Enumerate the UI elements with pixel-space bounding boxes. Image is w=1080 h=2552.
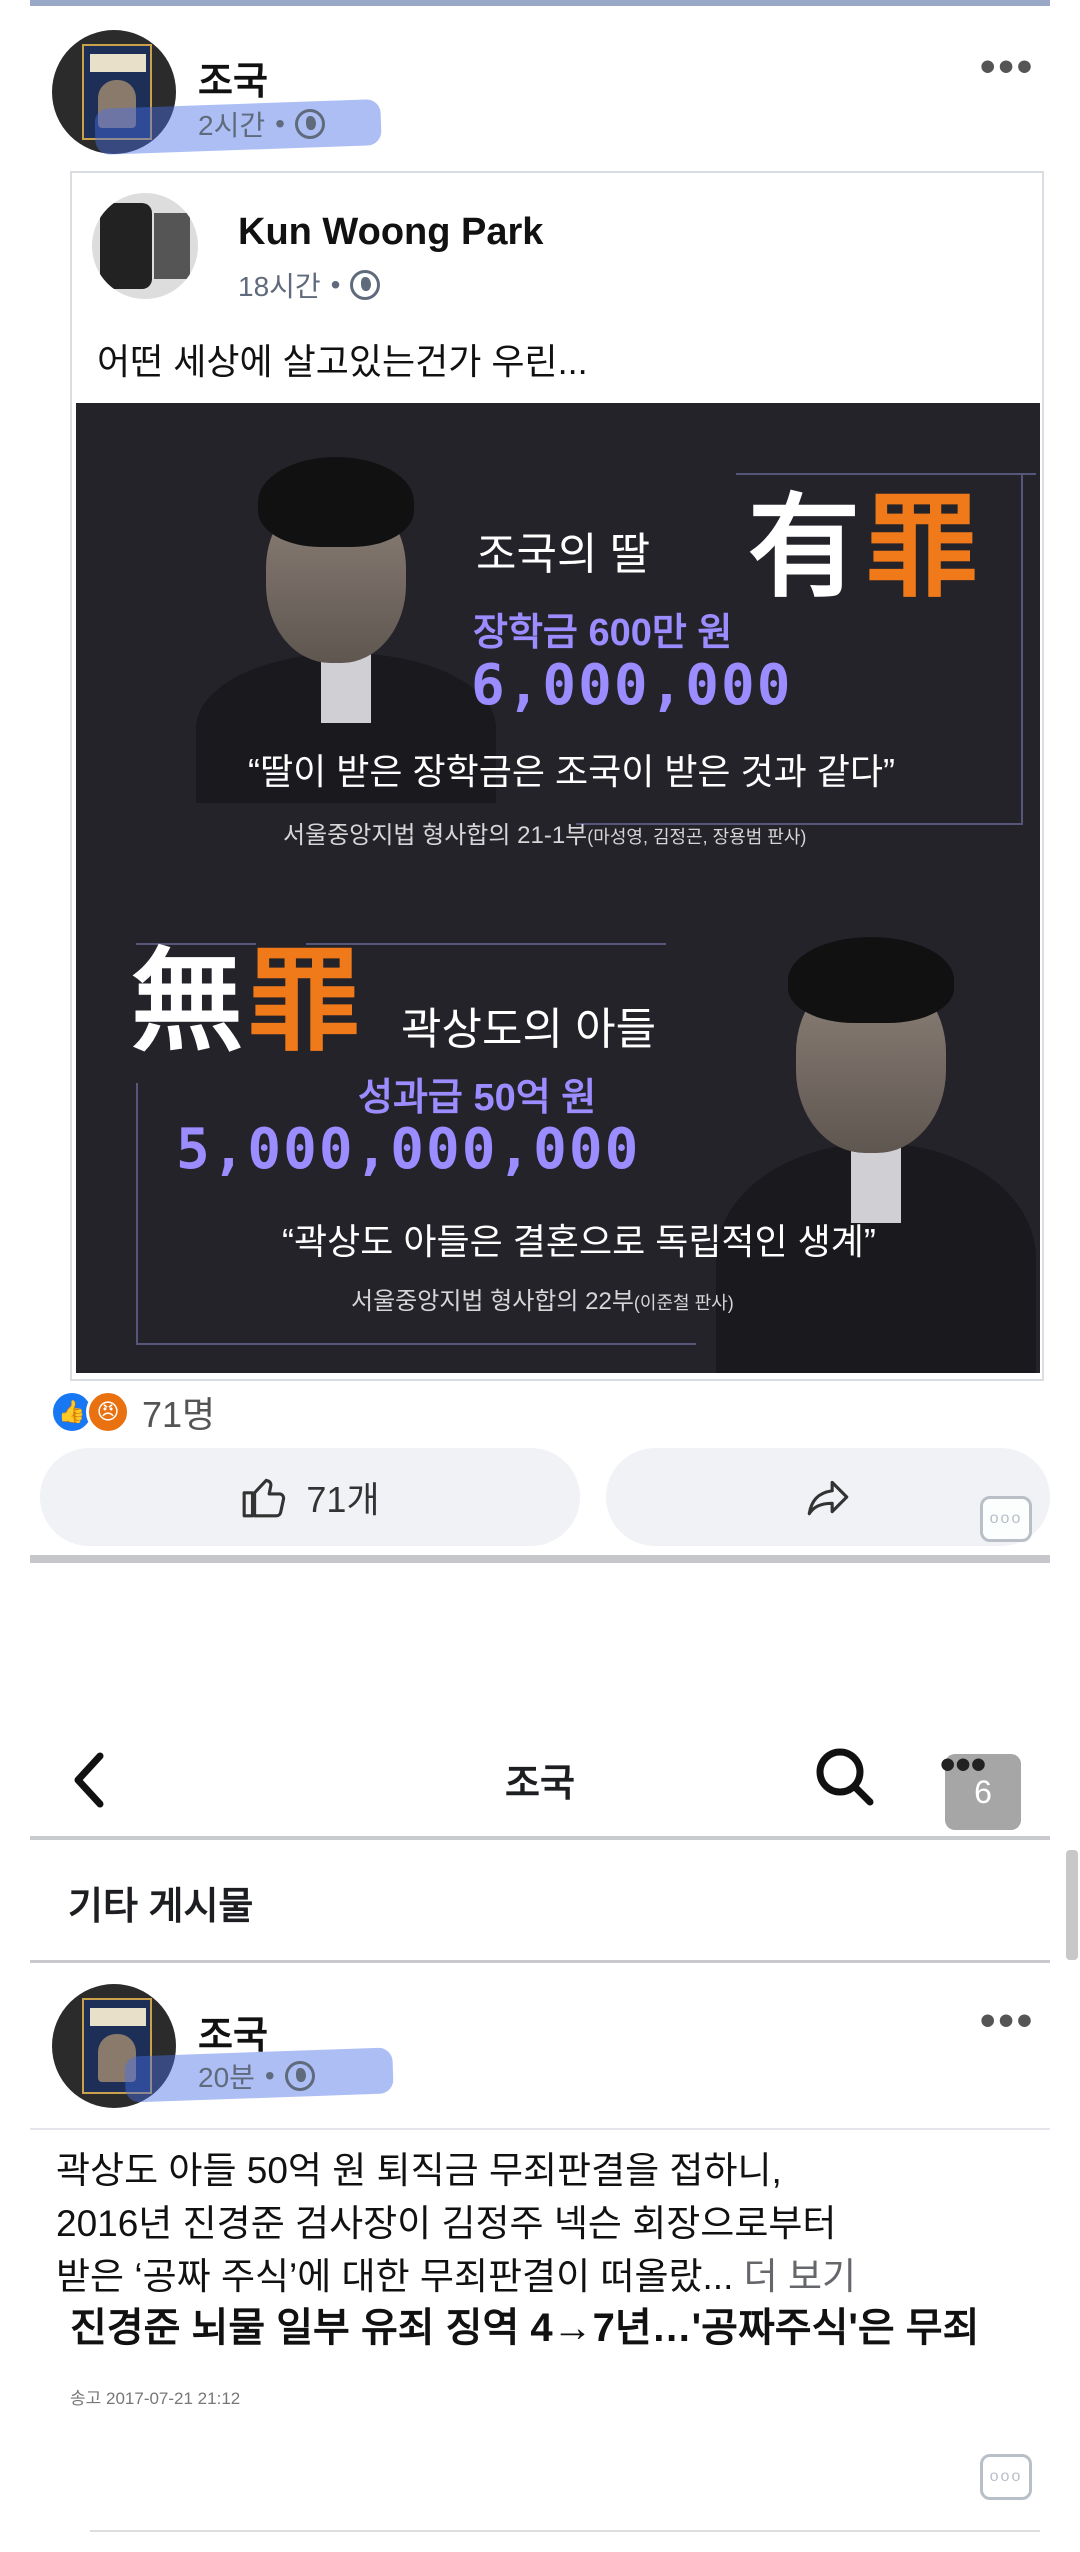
article-preview[interactable]: 진경준 뇌물 일부 유죄 징역 4→7년…'공짜주식'은 무죄 송고 2017-… <box>70 2300 1030 2409</box>
search-icon[interactable] <box>812 1744 876 1808</box>
item-bottom: 성과급 50억 원 <box>358 1077 597 1119</box>
post-meta: 2시간 • <box>198 104 325 144</box>
post-text-line: 받은 ‘공짜 주식’에 대한 무죄판결이 떠올랐... <box>56 2256 744 2297</box>
comment-bubble-icon[interactable]: ooo <box>980 2454 1032 2500</box>
nav-divider <box>30 1836 1050 1840</box>
meta-separator: • <box>275 108 285 139</box>
share-arrow-icon <box>807 1480 849 1516</box>
hanja-innocent-2: 罪 <box>248 936 360 1067</box>
hanja-guilty-2: 罪 <box>866 482 978 613</box>
shared-post-text: 어떤 세상에 살고있는건가 우린... <box>97 341 588 382</box>
shared-time[interactable]: 18시간 <box>238 265 321 305</box>
quote-top: “딸이 받은 장학금은 조국이 받은 것과 같다” <box>248 751 896 792</box>
page-title: 조국 <box>505 1763 575 1805</box>
person-photo-bottom <box>716 903 1036 1373</box>
globe-icon <box>294 109 325 139</box>
more-dots-icon[interactable]: ••• <box>980 1996 1035 2046</box>
court-name: 서울중앙지법 형사합의 22부 <box>351 1288 634 1315</box>
section-divider <box>30 1960 1050 1963</box>
post-meta: 20분 • <box>198 2056 315 2096</box>
post-time[interactable]: 20분 <box>198 2056 255 2096</box>
subject-top: 조국의 딸 <box>476 530 651 579</box>
see-more-link[interactable]: 더 보기 <box>744 2256 856 2297</box>
angry-reaction-icon: 😠 <box>86 1390 130 1434</box>
post-divider <box>30 1555 1050 1563</box>
meta-separator: • <box>330 269 341 300</box>
section-title: 기타 게시물 <box>68 1886 254 1928</box>
article-date: 송고 2017-07-21 21:12 <box>70 2389 241 2408</box>
post-text-line: 2016년 진경준 검사장이 김정주 넥슨 회장으로부터 <box>56 2203 837 2244</box>
quote-bottom: “곽상도 아들은 결혼으로 독립적인 생계” <box>282 1221 876 1262</box>
reaction-summary[interactable]: 👍 😠 71명 <box>50 1386 215 1438</box>
action-row: 71개 <box>40 1448 1050 1546</box>
court-judges: (이준철 판사) <box>633 1293 734 1313</box>
post-card-1: 조국 2시간 • ••• Kun Woong Park 18시간 • 어떤 세상… <box>30 6 1050 1561</box>
scrollbar[interactable] <box>1066 1850 1078 1960</box>
article-divider <box>90 2530 1040 2532</box>
top-navigation: 조국 6 ••• <box>30 1730 1050 1830</box>
thumbs-up-icon <box>243 1478 286 1518</box>
post-author[interactable]: 조국 <box>198 2004 268 2059</box>
comment-bubble-icon[interactable]: ooo <box>980 1496 1032 1542</box>
post-header-divider <box>30 2128 1050 2130</box>
globe-icon <box>350 270 381 300</box>
reaction-count: 71명 <box>142 1394 216 1435</box>
post-text-line: 곽상도 아들 50억 원 퇴직금 무죄판결을 접하니, <box>56 2150 782 2191</box>
globe-icon <box>284 2061 315 2091</box>
more-dots-icon[interactable]: ••• <box>940 1740 986 1790</box>
like-count: 71개 <box>306 1479 380 1520</box>
infographic-image[interactable]: 有 罪 조국의 딸 장학금 600만 원 6,000,000 “딸이 받은 장학… <box>76 403 1040 1373</box>
court-judges: (마성영, 김정곤, 장용범 판사) <box>587 827 807 847</box>
shared-meta: 18시간 • <box>238 265 381 305</box>
meta-separator: • <box>264 2060 275 2091</box>
amount-bottom: 5,000,000,000 <box>176 1117 641 1182</box>
shared-avatar[interactable] <box>92 193 198 299</box>
shared-author[interactable]: Kun Woong Park <box>238 211 543 254</box>
item-top: 장학금 600만 원 <box>473 612 733 654</box>
subject-bottom: 곽상도의 아들 <box>401 1005 657 1054</box>
post-text-line-last: 받은 ‘공짜 주식’에 대한 무죄판결이 떠올랐... 더 보기 <box>56 2246 856 2300</box>
article-title: 진경준 뇌물 일부 유죄 징역 4→7년…'공짜주식'은 무죄 <box>70 2306 980 2350</box>
avatar-image-part <box>154 213 190 279</box>
like-button[interactable]: 71개 <box>40 1448 580 1546</box>
more-dots-icon[interactable]: ••• <box>980 42 1035 92</box>
shared-post[interactable]: Kun Woong Park 18시간 • 어떤 세상에 살고있는건가 우린..… <box>70 171 1044 1381</box>
amount-top: 6,000,000 <box>471 653 793 718</box>
avatar-image <box>100 203 152 289</box>
hanja-innocent-1: 無 <box>131 936 243 1067</box>
court-top: 서울중앙지법 형사합의 21-1부(마성영, 김정곤, 장용범 판사) <box>283 815 806 850</box>
court-name: 서울중앙지법 형사합의 21-1부 <box>283 822 588 849</box>
post-author[interactable]: 조국 <box>198 50 268 105</box>
hanja-guilty-1: 有 <box>748 482 860 613</box>
court-bottom: 서울중앙지법 형사합의 22부(이준철 판사) <box>351 1281 734 1316</box>
post-time[interactable]: 2시간 <box>198 104 265 144</box>
